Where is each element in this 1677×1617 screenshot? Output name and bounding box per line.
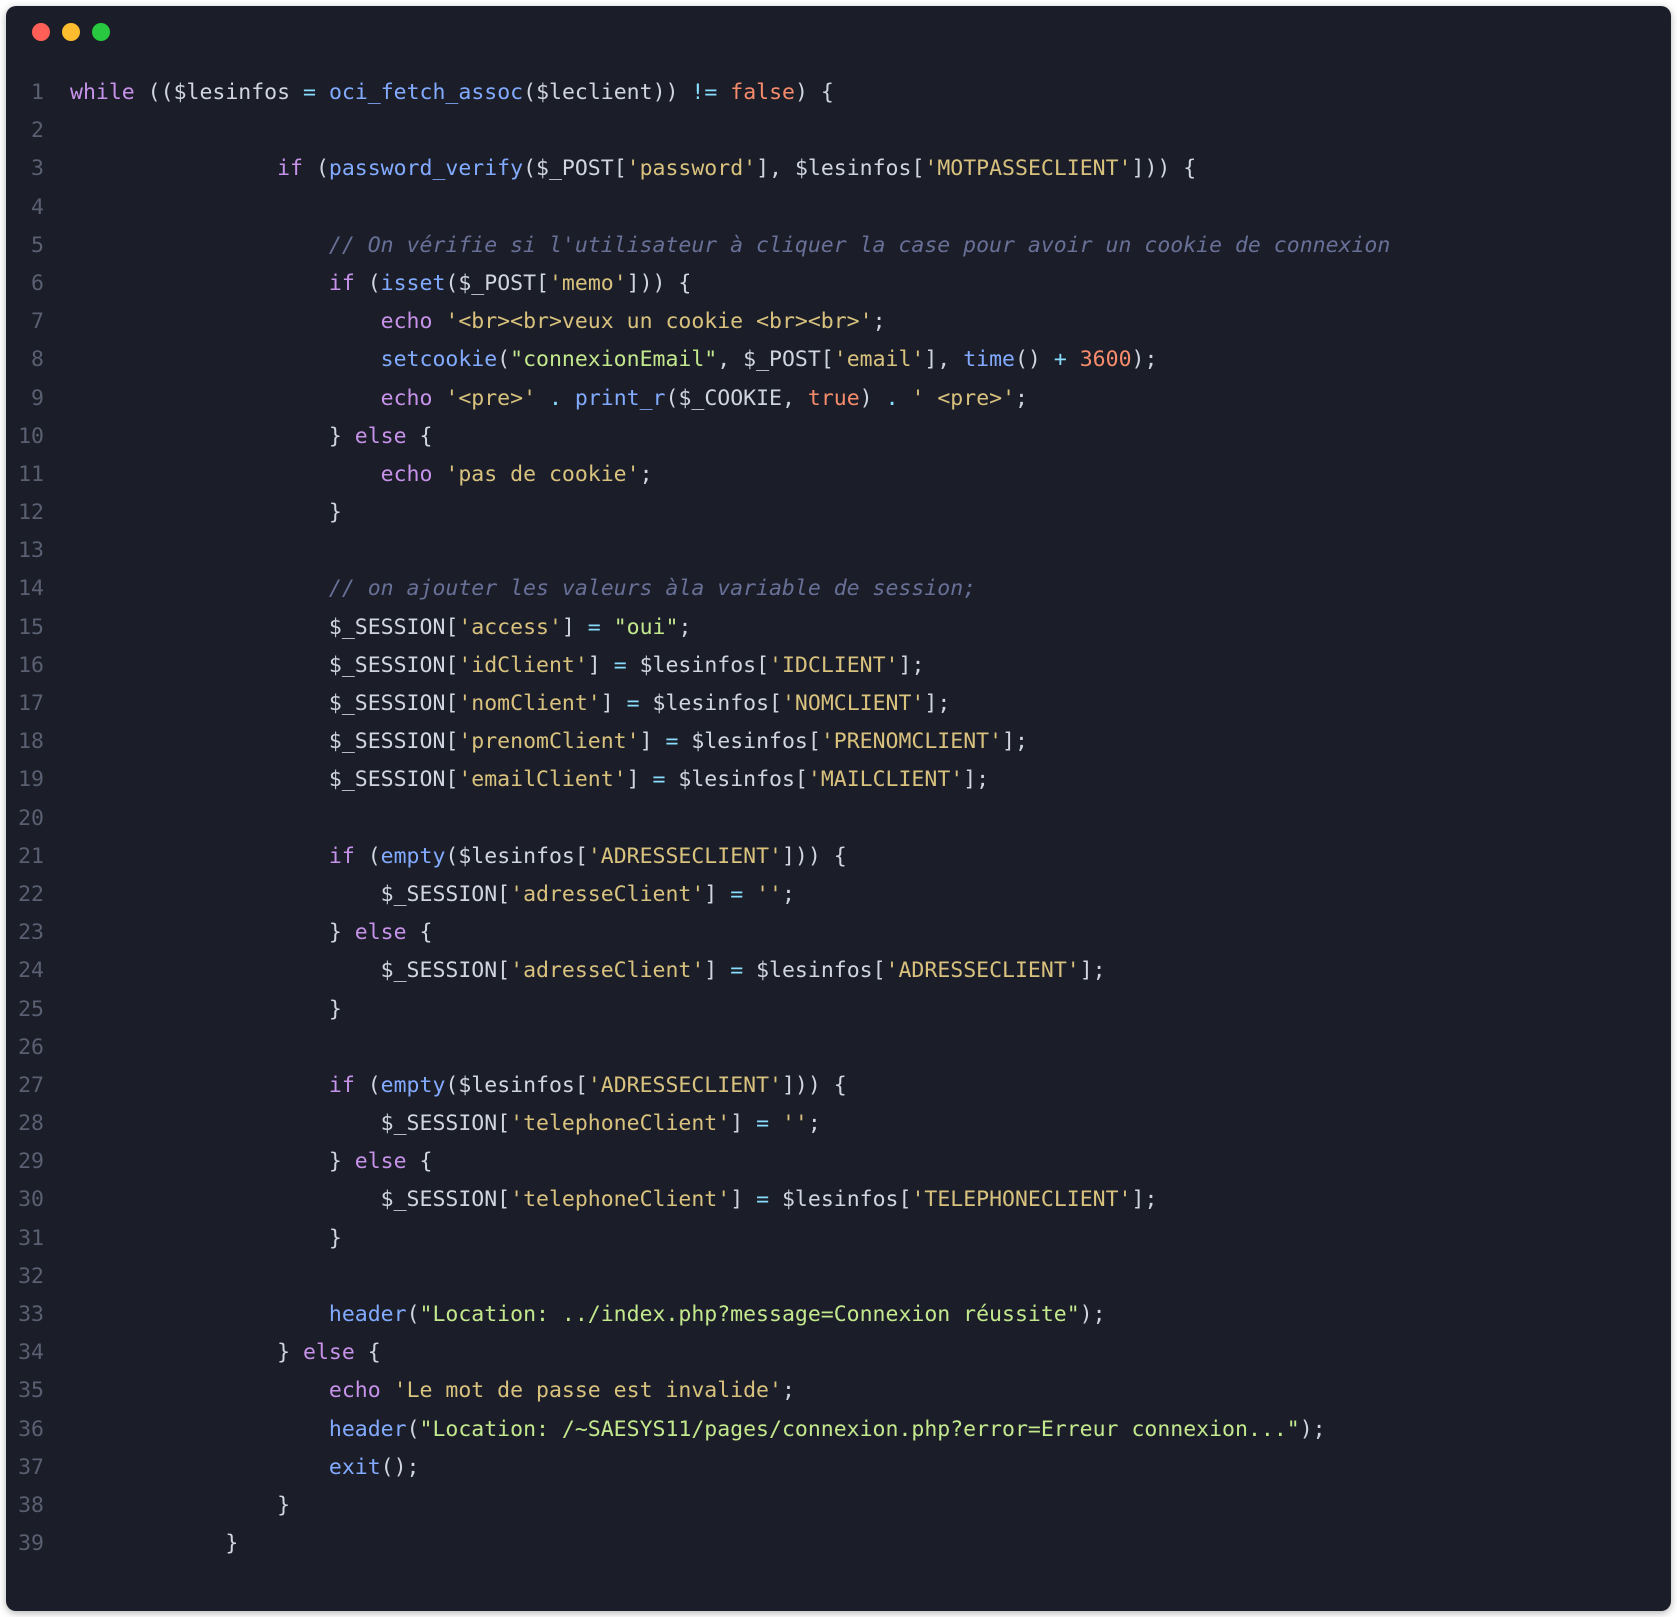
line-number: 15: [6, 609, 44, 647]
code-line[interactable]: setcookie("connexionEmail", $_POST['emai…: [70, 341, 1390, 379]
line-number: 20: [6, 800, 44, 838]
code-line[interactable]: header("Location: ../index.php?message=C…: [70, 1296, 1390, 1334]
line-number: 32: [6, 1258, 44, 1296]
line-number: 13: [6, 532, 44, 570]
code-line[interactable]: }: [70, 991, 1390, 1029]
code-line[interactable]: // On vérifie si l'utilisateur à cliquer…: [70, 227, 1390, 265]
line-number: 4: [6, 189, 44, 227]
line-number: 11: [6, 456, 44, 494]
line-number: 27: [6, 1067, 44, 1105]
line-number: 7: [6, 303, 44, 341]
line-number: 10: [6, 418, 44, 456]
code-line[interactable]: [70, 189, 1390, 227]
code-line[interactable]: while (($lesinfos = oci_fetch_assoc($lec…: [70, 74, 1390, 112]
code-line[interactable]: [70, 1029, 1390, 1067]
line-number: 23: [6, 914, 44, 952]
minimize-icon[interactable]: [62, 23, 80, 41]
code-line[interactable]: $_SESSION['idClient'] = $lesinfos['IDCLI…: [70, 647, 1390, 685]
code-line[interactable]: echo '<br><br>veux un cookie <br><br>';: [70, 303, 1390, 341]
code-line[interactable]: }: [70, 494, 1390, 532]
code-window: 1234567891011121314151617181920212223242…: [6, 6, 1671, 1611]
zoom-icon[interactable]: [92, 23, 110, 41]
code-line[interactable]: [70, 800, 1390, 838]
line-number: 36: [6, 1411, 44, 1449]
line-number: 34: [6, 1334, 44, 1372]
line-number: 12: [6, 494, 44, 532]
line-number: 37: [6, 1449, 44, 1487]
code-line[interactable]: $_SESSION['adresseClient'] = '';: [70, 876, 1390, 914]
code-line[interactable]: if (empty($lesinfos['ADRESSECLIENT'])) {: [70, 838, 1390, 876]
code-line[interactable]: exit();: [70, 1449, 1390, 1487]
code-line[interactable]: } else {: [70, 418, 1390, 456]
code-line[interactable]: $_SESSION['telephoneClient'] = '';: [70, 1105, 1390, 1143]
code-line[interactable]: $_SESSION['emailClient'] = $lesinfos['MA…: [70, 761, 1390, 799]
line-number: 31: [6, 1220, 44, 1258]
line-number: 14: [6, 570, 44, 608]
close-icon[interactable]: [32, 23, 50, 41]
code-line[interactable]: if (password_verify($_POST['password'], …: [70, 150, 1390, 188]
line-number: 39: [6, 1525, 44, 1563]
code-line[interactable]: $_SESSION['access'] = "oui";: [70, 609, 1390, 647]
code-line[interactable]: $_SESSION['nomClient'] = $lesinfos['NOMC…: [70, 685, 1390, 723]
line-number: 35: [6, 1372, 44, 1410]
code-line[interactable]: // on ajouter les valeurs àla variable d…: [70, 570, 1390, 608]
code-line[interactable]: [70, 112, 1390, 150]
line-number: 6: [6, 265, 44, 303]
line-number: 22: [6, 876, 44, 914]
code-line[interactable]: if (empty($lesinfos['ADRESSECLIENT'])) {: [70, 1067, 1390, 1105]
line-number: 9: [6, 380, 44, 418]
code-line[interactable]: echo '<pre>' . print_r($_COOKIE, true) .…: [70, 380, 1390, 418]
code-line[interactable]: $_SESSION['telephoneClient'] = $lesinfos…: [70, 1181, 1390, 1219]
line-number: 18: [6, 723, 44, 761]
code-line[interactable]: echo 'pas de cookie';: [70, 456, 1390, 494]
line-number: 38: [6, 1487, 44, 1525]
code-line[interactable]: }: [70, 1487, 1390, 1525]
line-number: 29: [6, 1143, 44, 1181]
line-number: 25: [6, 991, 44, 1029]
line-number: 33: [6, 1296, 44, 1334]
line-number: 2: [6, 112, 44, 150]
line-number: 17: [6, 685, 44, 723]
code-line[interactable]: $_SESSION['adresseClient'] = $lesinfos['…: [70, 952, 1390, 990]
code-line[interactable]: [70, 532, 1390, 570]
code-line[interactable]: $_SESSION['prenomClient'] = $lesinfos['P…: [70, 723, 1390, 761]
code-line[interactable]: [70, 1258, 1390, 1296]
code-line[interactable]: echo 'Le mot de passe est invalide';: [70, 1372, 1390, 1410]
line-number: 21: [6, 838, 44, 876]
line-number: 16: [6, 647, 44, 685]
line-number: 8: [6, 341, 44, 379]
code-line[interactable]: } else {: [70, 1334, 1390, 1372]
line-number: 24: [6, 952, 44, 990]
line-number: 3: [6, 150, 44, 188]
window-titlebar: [6, 6, 1671, 58]
code-line[interactable]: }: [70, 1525, 1390, 1563]
line-number: 5: [6, 227, 44, 265]
line-number: 19: [6, 761, 44, 799]
code-line[interactable]: } else {: [70, 914, 1390, 952]
line-number: 1: [6, 74, 44, 112]
line-number: 28: [6, 1105, 44, 1143]
code-editor[interactable]: 1234567891011121314151617181920212223242…: [6, 58, 1671, 1583]
code-line[interactable]: header("Location: /~SAESYS11/pages/conne…: [70, 1411, 1390, 1449]
code-content[interactable]: while (($lesinfos = oci_fetch_assoc($lec…: [52, 74, 1390, 1563]
line-number-gutter: 1234567891011121314151617181920212223242…: [6, 74, 52, 1563]
line-number: 26: [6, 1029, 44, 1067]
line-number: 30: [6, 1181, 44, 1219]
code-line[interactable]: }: [70, 1220, 1390, 1258]
code-line[interactable]: if (isset($_POST['memo'])) {: [70, 265, 1390, 303]
code-line[interactable]: } else {: [70, 1143, 1390, 1181]
